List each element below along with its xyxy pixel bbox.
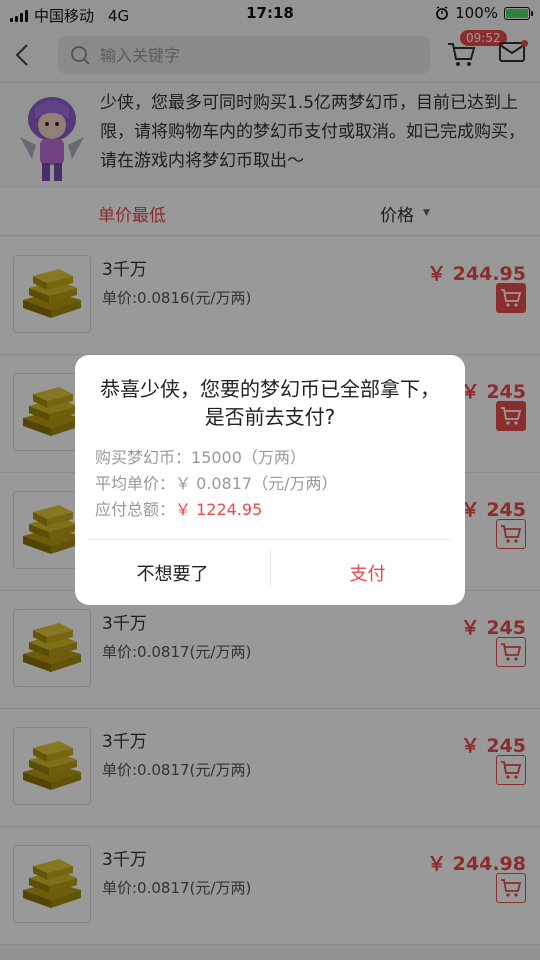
dialog-divider	[89, 539, 451, 540]
average-price-row: 平均单价：￥ 0.0817（元/万两）	[95, 471, 337, 497]
total-value: ￥ 1224.95	[175, 500, 263, 519]
quantity-label: 购买梦幻币：	[95, 448, 192, 467]
total-row: 应付总额：￥ 1224.95	[95, 497, 337, 523]
dialog-title: 恭喜少侠，您要的梦幻币已全部拿下，是否前去支付?	[100, 377, 440, 429]
average-price-value: ￥ 0.0817（元/万两）	[175, 474, 338, 493]
quantity-row: 购买梦幻币：15000（万两）	[95, 445, 337, 471]
cancel-button[interactable]: 不想要了	[75, 541, 270, 605]
average-price-label: 平均单价：	[95, 474, 176, 493]
dialog-info: 购买梦幻币：15000（万两） 平均单价：￥ 0.0817（元/万两） 应付总额…	[95, 445, 337, 523]
quantity-value: 15000（万两）	[191, 448, 306, 467]
pay-button[interactable]: 支付	[270, 541, 465, 605]
total-label: 应付总额：	[95, 500, 176, 519]
payment-dialog: 恭喜少侠，您要的梦幻币已全部拿下，是否前去支付? 购买梦幻币：15000（万两）…	[75, 355, 465, 605]
